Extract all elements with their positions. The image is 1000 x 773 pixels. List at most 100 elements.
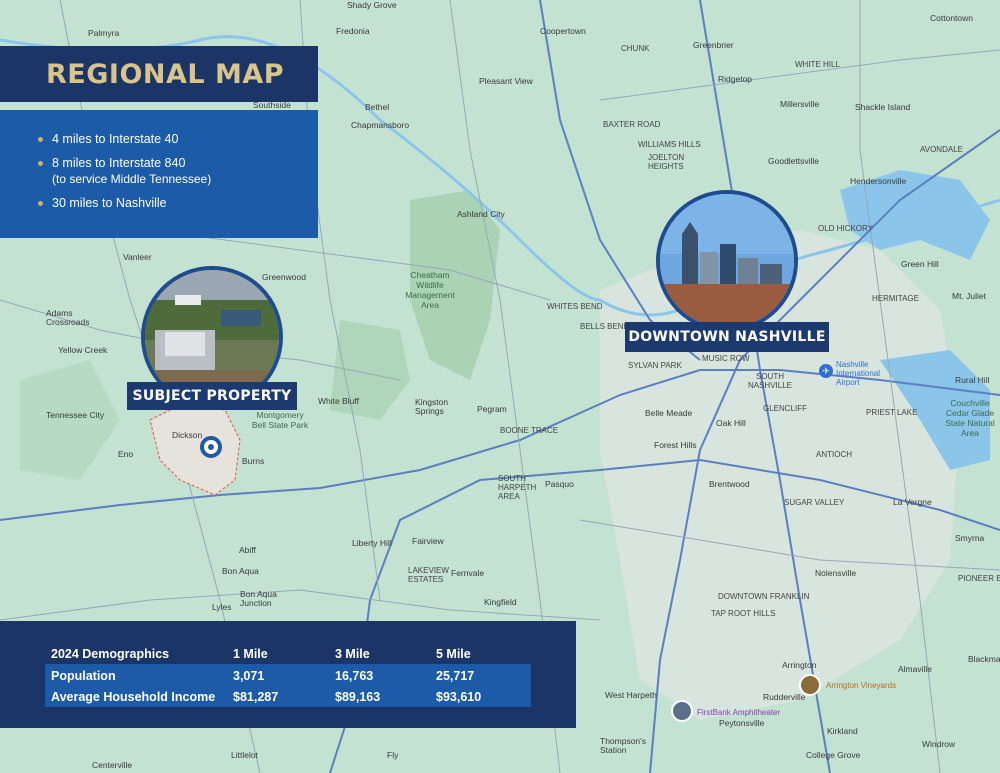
map-label-boone-trace: BOONE TRACE (500, 426, 559, 435)
map-label-firstbank: FirstBank Amphitheater (697, 708, 781, 717)
highlight-subtext: (to service Middle Tennessee) (52, 172, 212, 186)
column-header-1-mile: 1 Mile (233, 647, 268, 661)
map-label-antioch: ANTIOCH (816, 450, 852, 459)
map-label-chapmansboro: Chapmansboro (351, 120, 410, 130)
map-label-hendersonville: Hendersonville (850, 176, 907, 186)
map-label-nolensville: Nolensville (815, 568, 857, 578)
map-label-greenwood: Greenwood (262, 272, 306, 282)
airport-icon: ✈ (819, 364, 833, 378)
map-label-arrington-vineyards: Arrington Vineyards (826, 681, 897, 690)
map-label-fernvale: Fernvale (451, 568, 485, 578)
highlight-item: 4 miles to Interstate 40 (38, 131, 318, 147)
map-label-smyrna: Smyrna (955, 533, 985, 543)
map-label-montgomery-bell: Montgomery Bell State Park (251, 410, 309, 430)
highlight-item: 8 miles to Interstate 840 (to service Mi… (38, 155, 318, 187)
map-label-white-bluff: White Bluff (318, 396, 359, 406)
map-label-pegram: Pegram (477, 404, 507, 414)
map-label-mt-juliet: Mt. Juliet (952, 291, 987, 301)
map-label-peytonsville: Peytonsville (719, 718, 765, 728)
map-label-hermitage: HERMITAGE (872, 294, 919, 303)
map-label-millersville: Millersville (780, 99, 820, 109)
map-label-littlelot: Littlelot (231, 750, 258, 760)
map-label-bethel: Bethel (365, 102, 390, 112)
map-label-palmyra: Palmyra (88, 28, 120, 38)
downtown-nashville-photo (656, 190, 798, 332)
highlight-text: 8 miles to Interstate 840 (52, 156, 186, 170)
map-label-coopertown: Coopertown (540, 26, 586, 36)
map-label-college-grove: College Grove (806, 750, 861, 760)
map-label-cottontown: Cottontown (930, 13, 973, 23)
map-label-white-hill: WHITE HILL (795, 60, 840, 69)
subject-property-label: SUBJECT PROPERTY (127, 382, 297, 410)
title-banner: REGIONAL MAP (0, 46, 318, 102)
map-label-eno: Eno (118, 449, 134, 459)
map-label-liberty-hill: Liberty Hill (352, 538, 392, 548)
map-label-pasquo: Pasquo (545, 479, 574, 489)
column-header-3-mile: 3 Mile (335, 647, 370, 661)
downtown-nashville-label: DOWNTOWN NASHVILLE (625, 322, 829, 352)
map-label-downtown-franklin: DOWNTOWN FRANKLIN (718, 592, 810, 601)
column-header-5-mile: 5 Mile (436, 647, 471, 661)
map-label-shackle-island: Shackle Island (855, 102, 911, 112)
map-label-vanleer: Vanleer (123, 252, 152, 262)
map-label-priest-lake: PRIEST LAKE (866, 408, 918, 417)
row-label-population: Population (51, 669, 116, 683)
map-label-abiff: Abiff (239, 545, 256, 555)
map-label-ridgetop: Ridgetop (718, 74, 753, 84)
highlight-text: 4 miles to Interstate 40 (52, 132, 179, 146)
map-label-south-harpeth: SOUTH HARPETH AREA (498, 474, 537, 501)
highlight-text: 30 miles to Nashville (52, 196, 167, 210)
map-label-goodlettsville: Goodlettsville (768, 156, 820, 166)
map-label-bon-aqua: Bon Aqua (222, 566, 259, 576)
map-label-kingfield: Kingfield (484, 597, 517, 607)
subject-property-pin-icon (200, 436, 222, 458)
highlights-panel: 4 miles to Interstate 40 8 miles to Inte… (0, 110, 318, 238)
map-label-baxter-road: BAXTER ROAD (603, 120, 661, 129)
map-label-blackman: Blackman (968, 654, 1000, 664)
map-label-greenbrier: Greenbrier (693, 40, 734, 50)
map-label-arrington: Arrington (782, 660, 817, 670)
map-label-bon-aqua-junction: Bon Aqua Junction (240, 589, 277, 608)
map-label-pleasant-view: Pleasant View (479, 76, 533, 86)
map-label-centerville: Centerville (92, 760, 133, 770)
map-label-old-hickory: OLD HICKORY (818, 224, 873, 233)
demographics-table: 2024 Demographics 1 Mile 3 Mile 5 Mile P… (0, 621, 576, 728)
map-label-windrow: Windrow (922, 739, 956, 749)
map-label-sugar-valley: SUGAR VALLEY (784, 498, 845, 507)
map-label-south-nashville: SOUTH NASHVILLE (747, 372, 793, 390)
map-label-green-hill: Green Hill (901, 259, 939, 269)
population-5-mile: 25,717 (436, 669, 475, 683)
map-label-couchville: Couchville Cedar Glade State Natural Are… (945, 398, 995, 438)
map-label-lakeview-estates: LAKEVIEW ESTATES (408, 566, 449, 584)
map-label-joelton-heights: JOELTON HEIGHTS (648, 153, 685, 171)
map-label-almaville: Almaville (898, 664, 933, 674)
map-label-fredonia: Fredonia (336, 26, 370, 36)
map-label-bells-bend: BELLS BEND (580, 322, 630, 331)
map-label-nashville-airport: Nashville International Airport (836, 360, 881, 387)
map-label-belle-meade: Belle Meade (645, 408, 693, 418)
map-label-west-harpeth: West Harpeth (605, 690, 657, 700)
income-5-mile: $93,610 (436, 690, 482, 704)
income-1-mile: $81,287 (233, 690, 279, 704)
row-label-income: Average Household Income (51, 690, 216, 704)
population-1-mile: 3,071 (233, 669, 265, 683)
income-3-mile: $89,163 (335, 690, 381, 704)
demographics-header: 2024 Demographics (51, 647, 170, 661)
map-label-ashland-city: Ashland City (457, 209, 505, 219)
map-label-avondale: AVONDALE (920, 145, 963, 154)
map-label-fairview: Fairview (412, 536, 444, 546)
map-label-tap-root-hills: TAP ROOT HILLS (711, 609, 776, 618)
map-label-lyles: Lyles (212, 602, 232, 612)
firstbank-amphitheater-icon (671, 700, 693, 722)
map-label-brentwood: Brentwood (709, 479, 750, 489)
map-label-sylvan-park: SYLVAN PARK (628, 361, 682, 370)
map-label-glencliff: GLENCLIFF (763, 404, 808, 413)
map-label-fly: Fly (387, 750, 399, 760)
population-3-mile: 16,763 (335, 669, 374, 683)
map-label-kirkland: Kirkland (827, 726, 858, 736)
map-label-forest-hills: Forest Hills (654, 440, 697, 450)
map-label-oak-hill: Oak Hill (716, 418, 746, 428)
map-label-tennessee-city: Tennessee City (46, 410, 105, 420)
map-label-music-row: MUSIC ROW (702, 354, 750, 363)
highlight-item: 30 miles to Nashville (38, 195, 318, 211)
